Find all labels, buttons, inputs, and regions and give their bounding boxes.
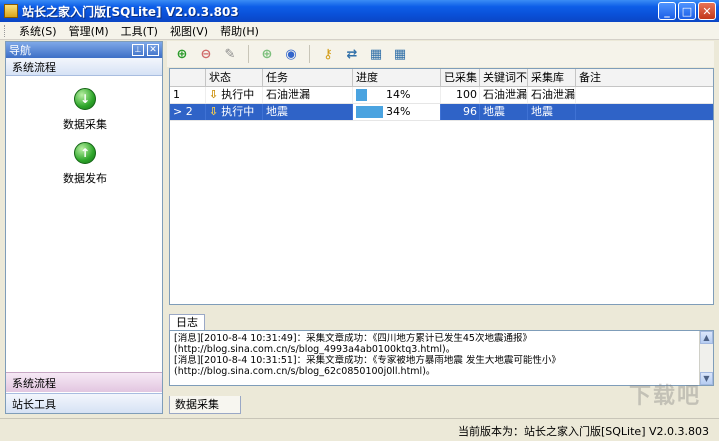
database-export-icon[interactable]: ▦ [391,45,409,63]
log-line: [消息][2010-8-4 10:31:49]：采集文章成功：《四川地方累计已发… [174,333,532,344]
row-keyword: 石油泄漏 [480,87,528,103]
progress-bar [356,89,367,101]
tool-label: 数据采集 [63,118,107,131]
key-icon[interactable]: ⚷ [319,45,337,63]
column-index[interactable] [170,69,206,86]
tab-data-collect[interactable]: 数据采集 [169,396,241,414]
app-icon [4,4,18,18]
menu-view[interactable]: 视图(V) [164,23,214,39]
tool-data-collect[interactable]: ↓ 数据采集 [6,88,164,132]
row-note [576,104,713,120]
row-note [576,87,713,103]
column-library[interactable]: 采集库 [528,69,576,86]
row-index: > 2 [170,104,206,120]
add-icon[interactable]: ⊕ [173,45,191,63]
status-text: 执行中 [221,88,255,101]
log-line: [消息][2010-8-4 10:31:51]：采集文章成功：《专家被地方暴雨地… [174,355,561,366]
table-row[interactable]: 1 ⇩ 执行中 石油泄漏 14% 100 石油泄漏 石油泄漏 [170,87,713,104]
menu-system[interactable]: 系统(S) [13,23,63,39]
menu-grip [4,24,7,37]
start-icon[interactable]: ⊕ [258,45,276,63]
log-line: (http://blog.sina.com.cn/s/blog_62c08501… [174,366,436,377]
log-scrollbar[interactable]: ▲ ▼ [699,331,713,385]
toolbar-separator [248,45,249,63]
progress-text: 34% [386,105,411,118]
panel-close-icon[interactable]: ✕ [147,44,159,56]
menu-bar: 系统(S) 管理(M) 工具(T) 视图(V) 帮助(H) [0,22,719,40]
window-controls: _ □ ✕ [658,2,716,20]
bottom-system-flow[interactable]: 系统流程 [6,372,162,392]
row-task: 地震 [263,104,353,120]
row-keyword: 地震 [480,104,528,120]
download-arrow-icon: ↓ [74,88,96,110]
row-collected: 96 [441,104,480,120]
menu-manage[interactable]: 管理(M) [63,23,115,39]
column-status[interactable]: 状态 [206,69,263,86]
database-icon[interactable]: ▦ [367,45,385,63]
log-lines: [消息][2010-8-4 10:31:49]：采集文章成功：《四川地方累计已发… [174,333,689,377]
log-line: (http://blog.sina.com.cn/s/blog_4993a4ab… [174,344,456,355]
column-collected[interactable]: 已采集 [441,69,480,86]
navigation-panel: 导航 ⊥ ✕ 系统流程 ↓ 数据采集 ↑ 数据发布 系统流程 站长工具 [5,41,163,414]
progress-text: 14% [386,88,411,101]
link-icon[interactable]: ⇄ [343,45,361,63]
bottom-webmaster-tools[interactable]: 站长工具 [6,393,162,413]
watermark-logo: 下载吧 [628,384,701,409]
bottom-label: 站长工具 [12,397,56,411]
edit-icon[interactable]: ✎ [221,45,239,63]
bottom-label: 系统流程 [12,376,56,390]
running-arrow-icon: ⇩ [209,105,219,118]
title-bar: 站长之家入门版[SQLite] V2.0.3.803 _ □ ✕ [0,0,719,22]
tool-data-publish[interactable]: ↑ 数据发布 [6,142,164,186]
column-task[interactable]: 任务 [263,69,353,86]
row-progress: 34% [353,104,441,120]
stop-icon[interactable]: ◉ [282,45,300,63]
column-keyword[interactable]: 关键词不 [480,69,528,86]
pin-icon[interactable]: ⊥ [132,44,144,56]
status-text: 执行中 [221,105,255,118]
panel-splitter[interactable] [169,307,714,312]
grid-header: 状态 任务 进度 已采集 关键词不 采集库 备注 [170,69,713,87]
row-library: 地震 [528,104,576,120]
navigation-header: 导航 ⊥ ✕ [6,42,162,58]
row-status: ⇩ 执行中 [206,87,263,103]
upload-arrow-icon: ↑ [74,142,96,164]
section-system-flow[interactable]: 系统流程 [6,58,162,76]
column-note[interactable]: 备注 [576,69,713,86]
row-progress: 14% [353,87,441,103]
minimize-button[interactable]: _ [658,2,676,20]
menu-help[interactable]: 帮助(H) [214,23,265,39]
delete-icon[interactable]: ⊖ [197,45,215,63]
row-task: 石油泄漏 [263,87,353,103]
scroll-down-icon[interactable]: ▼ [700,372,713,385]
task-grid: 状态 任务 进度 已采集 关键词不 采集库 备注 1 ⇩ 执行中 石油泄漏 14%… [169,68,714,305]
toolbar-separator [309,45,310,63]
close-button[interactable]: ✕ [698,2,716,20]
tool-label: 数据发布 [63,172,107,185]
menu-tools[interactable]: 工具(T) [115,23,164,39]
running-arrow-icon: ⇩ [209,88,219,101]
column-progress[interactable]: 进度 [353,69,441,86]
scroll-up-icon[interactable]: ▲ [700,331,713,344]
toolbar: ⊕ ⊖ ✎ ⊕ ◉ ⚷ ⇄ ▦ ▦ [167,41,714,67]
row-collected: 100 [441,87,480,103]
tab-log[interactable]: 日志 [169,314,205,330]
navigation-title: 导航 [9,44,31,57]
status-text: 当前版本为：站长之家入门版[SQLite] V2.0.3.803 [458,425,709,438]
section-label: 系统流程 [12,60,56,74]
row-index: 1 [170,87,206,103]
window-title: 站长之家入门版[SQLite] V2.0.3.803 [22,4,239,19]
row-status: ⇩ 执行中 [206,104,263,120]
row-library: 石油泄漏 [528,87,576,103]
status-bar: 当前版本为：站长之家入门版[SQLite] V2.0.3.803 [0,418,719,441]
maximize-button[interactable]: □ [678,2,696,20]
progress-bar [356,106,383,118]
table-row-selected[interactable]: > 2 ⇩ 执行中 地震 34% 96 地震 地震 [170,104,713,121]
